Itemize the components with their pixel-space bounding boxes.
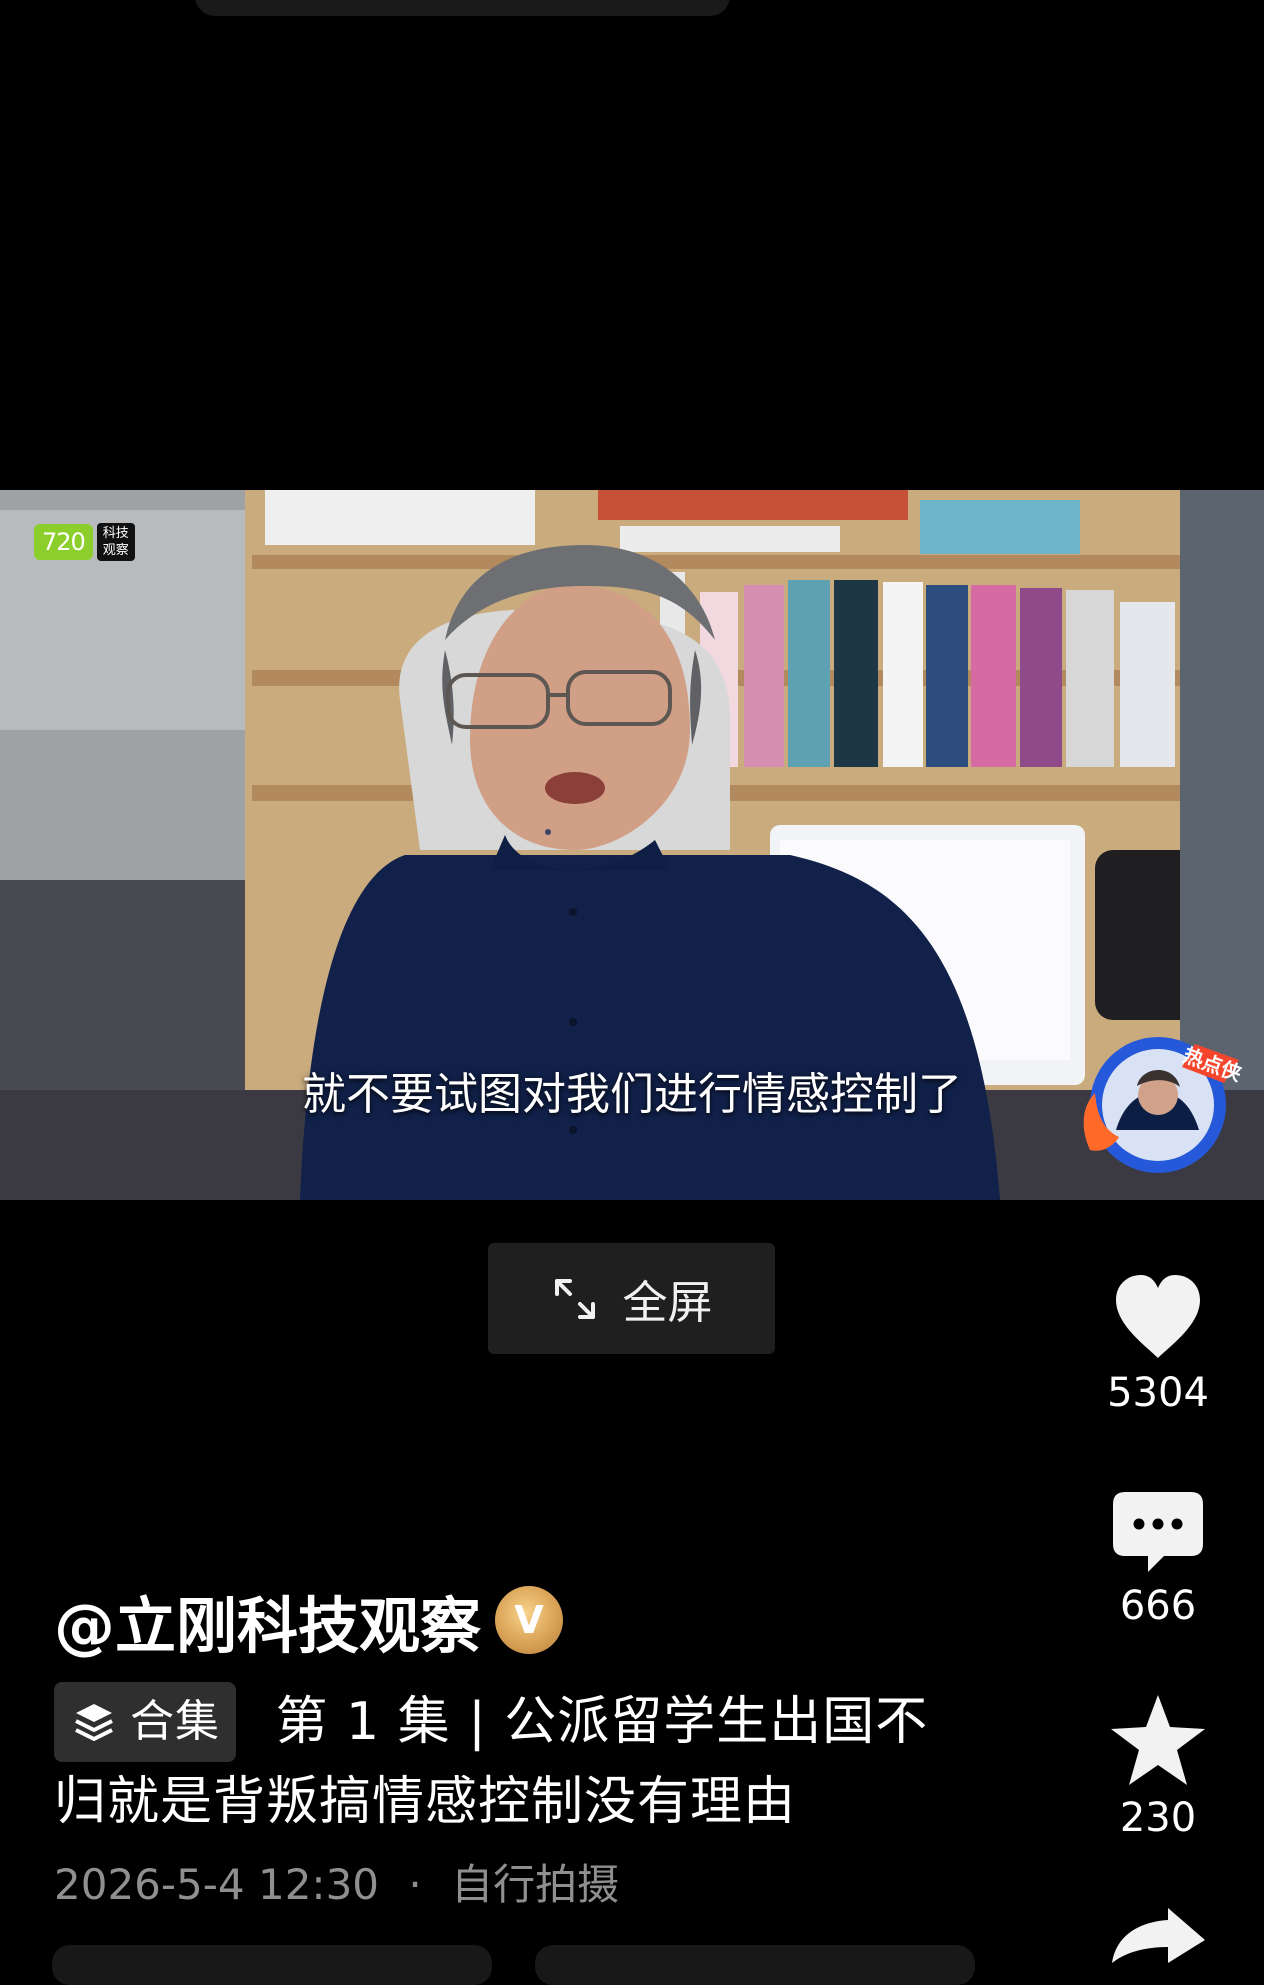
bottom-right-pill[interactable] bbox=[535, 1945, 975, 1985]
video-caption[interactable]: 合集 第 1 集 | 公派留学生出国不归就是背叛搞情感控制没有理由 bbox=[54, 1682, 974, 1842]
verified-badge: V bbox=[495, 1586, 564, 1654]
star-icon bbox=[1111, 1695, 1205, 1785]
comment-count: 666 bbox=[1119, 1583, 1197, 1629]
fullscreen-label: 全屏 bbox=[622, 1276, 713, 1329]
top-search-pill[interactable] bbox=[195, 0, 730, 16]
creator-row[interactable]: @立刚科技观察 V bbox=[54, 1585, 564, 1662]
collection-button[interactable]: 合集 bbox=[54, 1682, 236, 1762]
comment-button[interactable]: 666 bbox=[1097, 1488, 1219, 1626]
post-meta: 2026-5-4 12:30 · 自行拍摄 bbox=[54, 1851, 619, 1912]
post-source: 自行拍摄 bbox=[451, 1860, 620, 1909]
fullscreen-icon bbox=[555, 1278, 596, 1319]
watermark-number: 720 bbox=[34, 524, 93, 560]
creator-handle[interactable]: @立刚科技观察 bbox=[54, 1576, 481, 1665]
share-icon bbox=[1112, 1908, 1205, 1963]
share-button[interactable] bbox=[1108, 1904, 1208, 1963]
video-player[interactable]: 720 科技观察 就不要试图对我们进行情感控制了 热点侠 bbox=[0, 490, 1264, 1200]
like-count: 5304 bbox=[1107, 1370, 1209, 1416]
channel-watermark: 720 科技观察 bbox=[34, 522, 135, 562]
fullscreen-button[interactable]: 全屏 bbox=[488, 1243, 775, 1354]
hot-topic-avatar-icon: 热点侠 bbox=[1083, 1037, 1246, 1173]
bottom-left-pill[interactable] bbox=[52, 1945, 492, 1985]
favorite-button[interactable]: 230 bbox=[1097, 1692, 1219, 1838]
heart-icon bbox=[1116, 1275, 1200, 1358]
watermark-text: 科技观察 bbox=[96, 523, 135, 561]
post-timestamp: 2026-5-4 12:30 bbox=[54, 1860, 380, 1909]
hot-topic-badge[interactable]: 热点侠 bbox=[1073, 1020, 1246, 1190]
comment-icon bbox=[1113, 1492, 1203, 1572]
layers-icon bbox=[75, 1704, 113, 1741]
favorite-count: 230 bbox=[1119, 1795, 1197, 1841]
meta-separator: · bbox=[408, 1860, 422, 1909]
like-button[interactable]: 5304 bbox=[1097, 1273, 1219, 1413]
collection-label: 合集 bbox=[130, 1696, 220, 1747]
